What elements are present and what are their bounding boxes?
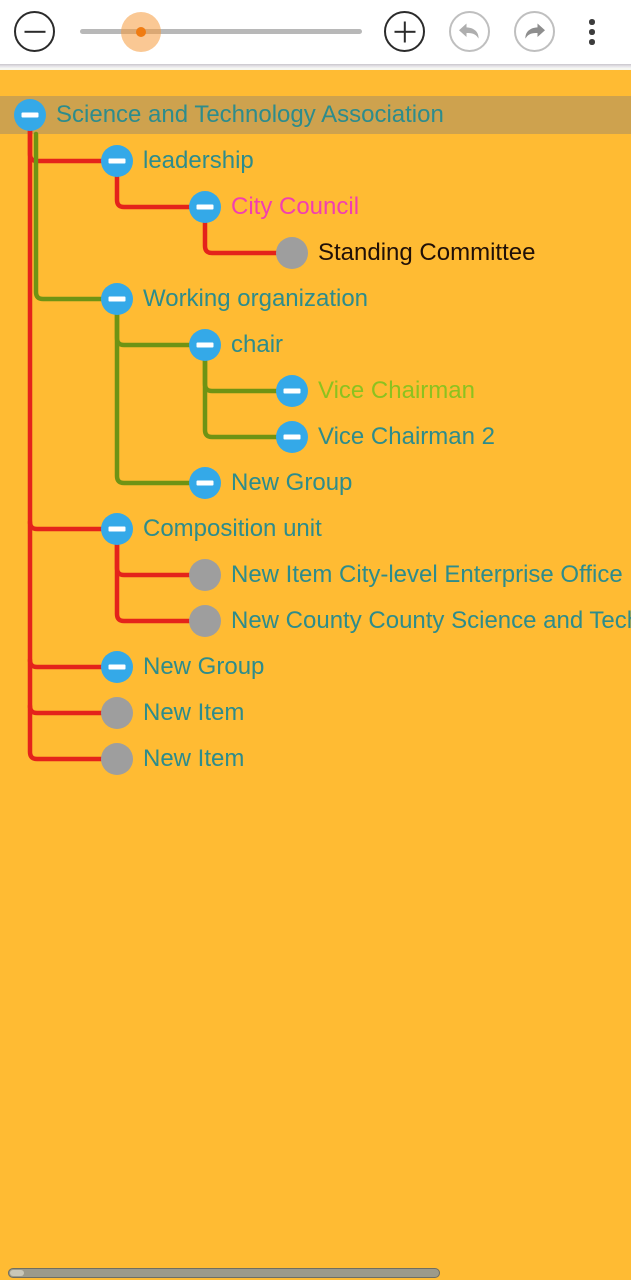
leaf-bullet-icon [189, 559, 221, 591]
tree-node[interactable]: New Item [101, 743, 244, 775]
minus-icon [24, 30, 45, 33]
tree-node[interactable]: leadership [101, 145, 254, 177]
collapse-toggle-icon[interactable] [276, 375, 308, 407]
tree-node-label[interactable]: leadership [143, 149, 254, 173]
tree-node-label[interactable]: Vice Chairman [318, 379, 475, 403]
menu-dot-icon [589, 39, 595, 45]
tree-node-label[interactable]: Standing Committee [318, 241, 535, 265]
plus-icon-vertical [403, 21, 406, 42]
collapse-toggle-icon[interactable] [101, 283, 133, 315]
tree-node[interactable]: chair [189, 329, 283, 361]
tree-node-label[interactable]: Working organization [143, 287, 368, 311]
collapse-toggle-icon[interactable] [189, 467, 221, 499]
collapse-toggle-icon[interactable] [101, 145, 133, 177]
tree-node[interactable]: Standing Committee [276, 237, 535, 269]
leaf-bullet-icon [101, 743, 133, 775]
tree-node-label[interactable]: New Item [143, 701, 244, 725]
tree-node-label[interactable]: Vice Chairman 2 [318, 425, 495, 449]
collapse-toggle-icon[interactable] [276, 421, 308, 453]
tree-node[interactable]: Working organization [101, 283, 368, 315]
undo-icon [459, 23, 479, 39]
tree-node-label[interactable]: Composition unit [143, 517, 322, 541]
tree-node[interactable]: New Item [101, 697, 244, 729]
menu-dot-icon [589, 19, 595, 25]
zoom-slider-thumb[interactable] [136, 27, 146, 37]
redo-button[interactable] [514, 11, 555, 52]
tree-node-label[interactable]: New Group [143, 655, 264, 679]
toolbar [0, 0, 631, 64]
zoom-in-button[interactable] [384, 11, 425, 52]
zoom-out-button[interactable] [14, 11, 55, 52]
collapse-toggle-icon[interactable] [189, 191, 221, 223]
leaf-bullet-icon [189, 605, 221, 637]
collapse-toggle-icon[interactable] [189, 329, 221, 361]
tree-node[interactable]: Vice Chairman [276, 375, 475, 407]
horizontal-scrollbar-thumb[interactable] [10, 1270, 24, 1276]
more-options-button[interactable] [580, 11, 604, 52]
undo-button[interactable] [449, 11, 490, 52]
tree-node[interactable]: New County County Science and Technology… [189, 605, 631, 637]
leaf-bullet-icon [276, 237, 308, 269]
collapse-toggle-icon[interactable] [101, 651, 133, 683]
tree-node-label[interactable]: New Item City-level Enterprise Office [231, 563, 623, 587]
tree-node-label[interactable]: New Group [231, 471, 352, 495]
tree-node[interactable]: Science and Technology Association [14, 99, 444, 131]
tree-node-label[interactable]: Science and Technology Association [56, 103, 444, 127]
tree-node[interactable]: Vice Chairman 2 [276, 421, 495, 453]
collapse-toggle-icon[interactable] [14, 99, 46, 131]
tree-node-label[interactable]: chair [231, 333, 283, 357]
tree-node[interactable]: New Group [189, 467, 352, 499]
mindmap-canvas[interactable]: Science and Technology Association leader… [0, 70, 631, 1280]
redo-icon [525, 23, 545, 39]
leaf-bullet-icon [101, 697, 133, 729]
menu-dot-icon [589, 29, 595, 35]
tree-node[interactable]: New Item City-level Enterprise Office [189, 559, 623, 591]
tree-node[interactable]: City Council [189, 191, 359, 223]
tree-node-label[interactable]: New Item [143, 747, 244, 771]
tree-node-label[interactable]: City Council [231, 195, 359, 219]
tree-node-label[interactable]: New County County Science and Technology… [231, 609, 631, 633]
horizontal-scrollbar[interactable] [8, 1268, 440, 1278]
collapse-toggle-icon[interactable] [101, 513, 133, 545]
tree-node[interactable]: Composition unit [101, 513, 322, 545]
tree-node[interactable]: New Group [101, 651, 264, 683]
